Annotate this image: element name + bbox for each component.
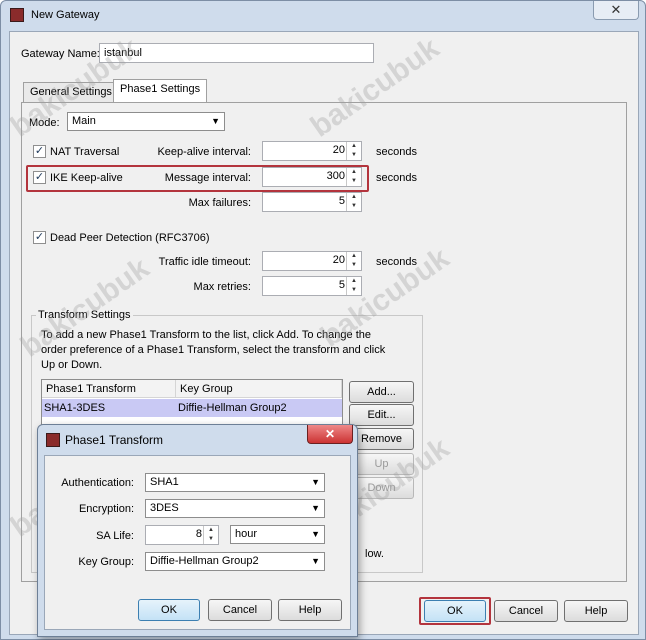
spinner-arrows-icon[interactable]: ▲ ▼ bbox=[346, 277, 361, 295]
max-failures-value: 5 bbox=[338, 195, 345, 207]
tab-phase1-settings[interactable]: Phase1 Settings bbox=[113, 79, 208, 103]
sa-life-spinner[interactable]: 8 ▲ ▼ bbox=[145, 525, 219, 545]
nat-traversal-label: NAT Traversal bbox=[50, 146, 120, 158]
keepalive-interval-label: Keep-alive interval: bbox=[157, 146, 251, 158]
key-group-value: Diffie-Hellman Group2 bbox=[150, 555, 259, 567]
ike-keepalive-label: IKE Keep-alive bbox=[50, 172, 123, 184]
up-button[interactable]: Up bbox=[349, 453, 414, 475]
encryption-label: Encryption: bbox=[78, 503, 134, 515]
dialog-app-icon bbox=[46, 433, 60, 447]
remove-button[interactable]: Remove bbox=[349, 428, 414, 450]
encryption-select[interactable]: 3DES ▼ bbox=[145, 499, 325, 518]
dpd-label: Dead Peer Detection (RFC3706) bbox=[50, 232, 210, 244]
chevron-down-icon: ▼ bbox=[311, 556, 320, 566]
chevron-down-icon: ▼ bbox=[211, 116, 220, 126]
dialog-cancel-button[interactable]: Cancel bbox=[208, 599, 272, 621]
chevron-down-icon: ▼ bbox=[311, 477, 320, 487]
traffic-idle-label: Traffic idle timeout: bbox=[158, 256, 251, 268]
max-retries-value: 5 bbox=[338, 279, 345, 291]
close-icon[interactable]: ✕ bbox=[593, 1, 639, 20]
dialog-title: Phase1 Transform bbox=[65, 433, 164, 447]
key-group-select[interactable]: Diffie-Hellman Group2 ▼ bbox=[145, 552, 325, 571]
mode-label: Mode: bbox=[29, 117, 60, 129]
cancel-button[interactable]: Cancel bbox=[494, 600, 558, 622]
sa-life-unit-select[interactable]: hour ▼ bbox=[230, 525, 325, 544]
traffic-idle-unit: seconds bbox=[376, 256, 417, 268]
transform-help-line3: Up or Down. bbox=[41, 359, 103, 371]
dialog-help-button[interactable]: Help bbox=[278, 599, 342, 621]
authentication-label: Authentication: bbox=[61, 477, 134, 489]
mode-value: Main bbox=[72, 115, 96, 127]
tab-general-settings[interactable]: General Settings bbox=[23, 82, 119, 103]
help-button[interactable]: Help bbox=[564, 600, 628, 622]
key-group-cell: Diffie-Hellman Group2 bbox=[178, 402, 287, 414]
message-interval-label: Message interval: bbox=[164, 172, 251, 184]
chevron-down-icon: ▼ bbox=[311, 529, 320, 539]
keepalive-interval-spinner[interactable]: 20 ▲ ▼ bbox=[262, 141, 362, 161]
keepalive-interval-value: 20 bbox=[332, 144, 345, 156]
ok-button[interactable]: OK bbox=[424, 600, 486, 622]
chevron-down-icon: ▼ bbox=[311, 503, 320, 513]
transform-cell: SHA1-3DES bbox=[44, 402, 106, 414]
authentication-select[interactable]: SHA1 ▼ bbox=[145, 473, 325, 492]
spinner-arrows-icon[interactable]: ▲ ▼ bbox=[346, 252, 361, 270]
traffic-idle-value: 20 bbox=[332, 254, 345, 266]
sa-life-label: SA Life: bbox=[96, 530, 134, 542]
dialog-ok-button[interactable]: OK bbox=[138, 599, 200, 621]
title-bar[interactable]: New Gateway ✕ bbox=[1, 1, 646, 29]
window-title: New Gateway bbox=[31, 9, 100, 21]
gateway-name-input[interactable]: istanbul bbox=[99, 43, 374, 63]
spinner-arrows-icon[interactable]: ▲ ▼ bbox=[203, 526, 218, 544]
message-interval-unit: seconds bbox=[376, 172, 417, 184]
edit-button[interactable]: Edit... bbox=[349, 404, 414, 426]
message-interval-spinner[interactable]: 300 ▲ ▼ bbox=[262, 167, 362, 187]
spinner-arrows-icon[interactable]: ▲ ▼ bbox=[346, 168, 361, 186]
spinner-arrows-icon[interactable]: ▲ ▼ bbox=[346, 193, 361, 211]
encryption-value: 3DES bbox=[150, 502, 179, 514]
ike-keepalive-checkbox[interactable]: ✓ bbox=[33, 171, 46, 184]
spinner-arrows-icon[interactable]: ▲ ▼ bbox=[346, 142, 361, 160]
key-group-label: Key Group: bbox=[78, 556, 134, 568]
dpd-checkbox[interactable]: ✓ bbox=[33, 231, 46, 244]
sa-life-value: 8 bbox=[195, 528, 202, 540]
keepalive-unit: seconds bbox=[376, 146, 417, 158]
max-retries-label: Max retries: bbox=[193, 281, 251, 293]
sa-life-unit-value: hour bbox=[235, 528, 258, 540]
dialog-close-icon[interactable]: ✕ bbox=[307, 425, 353, 444]
max-failures-spinner[interactable]: 5 ▲ ▼ bbox=[262, 192, 362, 212]
max-retries-spinner[interactable]: 5 ▲ ▼ bbox=[262, 276, 362, 296]
max-failures-label: Max failures: bbox=[188, 197, 251, 209]
transform-help-line1: To add a new Phase1 Transform to the lis… bbox=[41, 329, 371, 341]
gateway-name-label: Gateway Name: bbox=[21, 48, 100, 60]
app-icon bbox=[10, 8, 24, 22]
transform-settings-legend: Transform Settings bbox=[36, 309, 133, 321]
transform-help-line2: order preference of a Phase1 Transform, … bbox=[41, 344, 386, 356]
nat-traversal-checkbox[interactable]: ✓ bbox=[33, 145, 46, 158]
authentication-value: SHA1 bbox=[150, 476, 179, 488]
mode-select[interactable]: Main ▼ bbox=[67, 112, 225, 131]
message-interval-value: 300 bbox=[326, 170, 345, 182]
add-button[interactable]: Add... bbox=[349, 381, 414, 403]
traffic-idle-spinner[interactable]: 20 ▲ ▼ bbox=[262, 251, 362, 271]
column-header-transform[interactable]: Phase1 Transform bbox=[42, 380, 176, 398]
group-bottom-text: low. bbox=[365, 548, 384, 560]
column-header-key-group[interactable]: Key Group bbox=[176, 380, 342, 398]
phase1-transform-dialog: Phase1 Transform ✕ Authentication: SHA1 … bbox=[37, 424, 358, 637]
down-button[interactable]: Down bbox=[349, 477, 414, 499]
